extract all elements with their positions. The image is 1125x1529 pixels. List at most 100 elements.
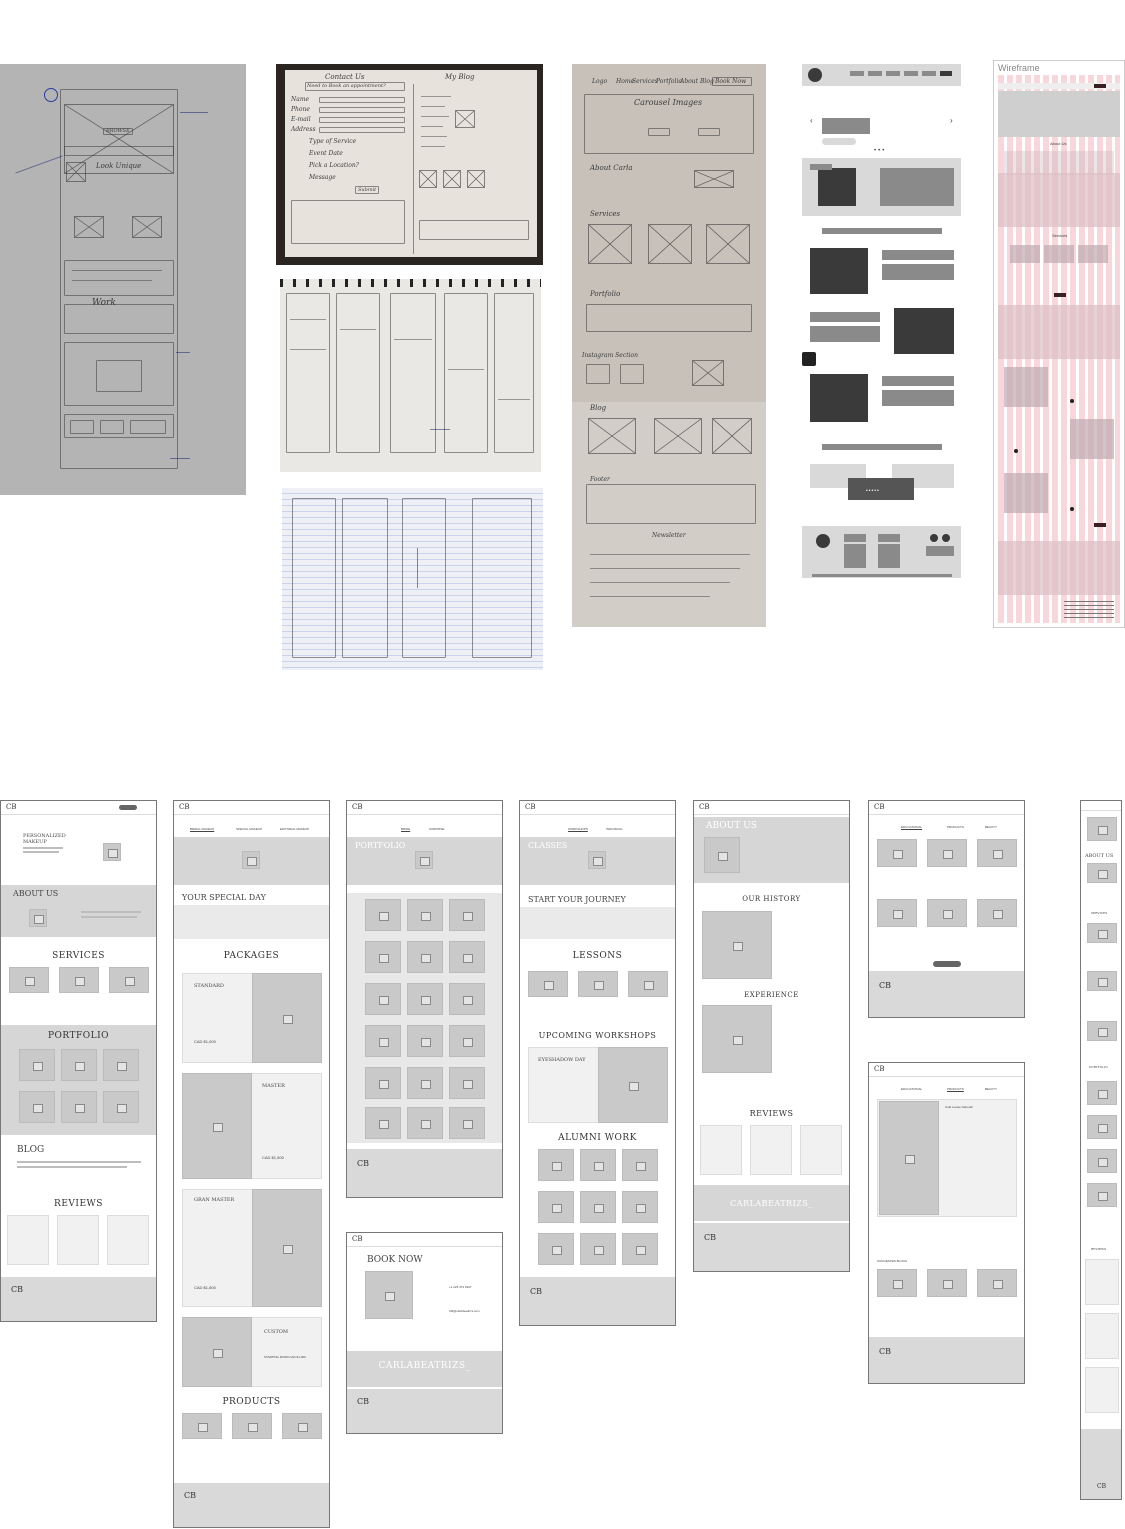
home-services-title: SERVICES <box>52 951 105 961</box>
home-about-title: ABOUT US <box>13 889 59 898</box>
sketch2-label-phone: Phone <box>291 106 310 113</box>
services-tab-special[interactable]: SPECIAL MAKEUP <box>236 827 262 831</box>
screen-blogpost: CB EDUCATIONAL PRODUCTS BEAUTY Cold Loui… <box>868 1062 1025 1384</box>
sketch2-label-submit: Submit <box>358 187 377 193</box>
grid-wireframe-about: About Us <box>1050 141 1067 146</box>
book-phone[interactable]: +1 226 473 3947 <box>449 1285 472 1289</box>
sketch2-label-contact: Contact Us <box>325 73 365 81</box>
home-footer-logo: CB <box>11 1285 23 1294</box>
portfolio-title: PORTFOLIO <box>355 841 406 850</box>
sketch5-label-aboutcarla: About Carla <box>590 164 633 172</box>
about-footer-logo: CB <box>704 1233 716 1242</box>
sketch5-label-insta: Instagram Section <box>582 352 639 359</box>
classes-footer-logo: CB <box>530 1287 542 1296</box>
sketch1-label-browse: BROWSE <box>106 128 130 134</box>
services-master-price: CAD $1,500 <box>262 1155 284 1160</box>
portfolio-tab-bride[interactable]: BRIDE <box>401 827 410 831</box>
blog-tab-products[interactable]: PRODUCTS <box>947 825 964 829</box>
book-insta[interactable]: CARLABEATRIZS_ <box>347 1361 502 1371</box>
sketch5-label-blog2: Blog <box>590 404 607 412</box>
services-tab-editorial[interactable]: EDITORIAL MAKEUP <box>280 827 309 831</box>
mobile-footer-logo: CB <box>1097 1483 1106 1490</box>
mobile-about: ABOUT US <box>1085 853 1114 859</box>
classes-logo[interactable]: CB <box>525 803 536 811</box>
home-hero-title: PERSONALIZED MAKEUP <box>23 833 66 845</box>
grid-wireframe: Wireframe About Us Services <box>993 60 1125 628</box>
classes-lessons: LESSONS <box>572 951 623 961</box>
book-logo[interactable]: CB <box>352 1235 363 1243</box>
mobile-services: SERVICES <box>1091 911 1108 915</box>
classes-tab-workshops[interactable]: WORKSHOPS <box>568 827 588 831</box>
classes-title: CLASSES <box>528 841 568 850</box>
about-history: OUR HISTORY <box>742 895 801 903</box>
sketch5-label-book: Book Now <box>715 78 747 85</box>
home-reviews-title: REVIEWS <box>54 1199 103 1209</box>
book-email[interactable]: CB@carlabeatrizs.com <box>449 1309 480 1313</box>
sketch5-label-carousel: Carousel Images <box>634 98 703 107</box>
sketch-contact-paper: Contact Us My Blog Need to Book an appoi… <box>276 64 543 265</box>
classes-workshops: UPCOMING WORKSHOPS <box>538 1031 657 1040</box>
portfolio-tab-surprise[interactable]: SURPRISE <box>429 827 444 831</box>
home-blog-title: BLOG <box>17 1145 45 1155</box>
sketch-lined-paper <box>282 488 543 670</box>
services-products: PRODUCTS <box>222 1397 281 1407</box>
services-standard-price: CAD $1,000 <box>194 1039 216 1044</box>
services-footer-logo: CB <box>184 1491 196 1500</box>
sketch1-label-work: Work <box>92 298 116 308</box>
portfolio-footer-logo: CB <box>357 1159 369 1168</box>
sketch2-label-need: Need to Book an appointment? <box>307 83 386 89</box>
about-logo[interactable]: CB <box>699 803 710 811</box>
classes-tab-individual[interactable]: INDIVIDUAL <box>606 827 623 831</box>
mobile-reviews: REVIEWS <box>1091 1247 1107 1251</box>
screen-mobile: ABOUT US SERVICES PORTFOLIO REVIEWS CB <box>1080 800 1122 1500</box>
grid-wireframe-label: Wireframe <box>998 63 1040 73</box>
sketch2-label-date: Event Date <box>309 150 343 157</box>
services-custom: CUSTOM <box>264 1329 289 1335</box>
classes-alumni: ALUMNI WORK <box>558 1133 637 1143</box>
blog-logo[interactable]: CB <box>874 803 885 811</box>
services-standard: STANDARD <box>194 983 224 989</box>
services-master: MASTER <box>262 1083 285 1089</box>
blog-tab-educational[interactable]: EDUCATIONAL <box>901 825 922 829</box>
blog-tab-beauty[interactable]: BEAUTY <box>985 825 997 829</box>
classes-journey: START YOUR JOURNEY <box>528 895 626 904</box>
sketch2-label-address: Address <box>291 126 316 133</box>
about-insta[interactable]: CARLABEATRIZS_ <box>694 1199 849 1208</box>
sketch5-label-services2: Services <box>590 210 621 218</box>
services-logo[interactable]: CB <box>179 803 190 811</box>
services-tab-bridal[interactable]: BRIDAL MAKEUP <box>190 827 214 831</box>
sketch5-label-portfolio2: Portfolio <box>590 290 621 298</box>
sketch2-label-message: Message <box>309 174 336 181</box>
services-packages: PACKAGES <box>223 951 280 961</box>
blog-footer-logo: CB <box>879 981 891 990</box>
blogpost-tab-products[interactable]: PRODUCTS <box>947 1087 964 1091</box>
sketch-mobile-screens-paper <box>280 279 541 472</box>
services-gran: GRAN MASTER <box>194 1197 235 1203</box>
home-portfolio-title: PORTFOLIO <box>47 1031 110 1041</box>
sketch2-label-blog: My Blog <box>445 73 475 81</box>
blogpost-tab-educational[interactable]: EDUCATIONAL <box>901 1087 922 1091</box>
about-title: ABOUT US <box>706 821 757 831</box>
sketch2-label-email: E-mail <box>291 116 311 123</box>
sketch5-label-portfolio: Portfolio <box>656 78 682 85</box>
screen-services: CB BRIDAL MAKEUP SPECIAL MAKEUP EDITORIA… <box>173 800 330 1528</box>
screen-home: CB PERSONALIZED MAKEUP ABOUT US SERVICES… <box>0 800 157 1322</box>
blogpost-title: Cold Louise Nebuuth <box>945 1105 974 1109</box>
book-footer-logo: CB <box>357 1397 369 1406</box>
sketch-homepage-paper: BROWSE Look Unique Work <box>0 64 246 495</box>
blogpost-logo[interactable]: CB <box>874 1065 885 1073</box>
classes-eyeshadow: EYESHADOW DAY <box>538 1057 586 1063</box>
portfolio-logo[interactable]: CB <box>352 803 363 811</box>
blogpost-tab-beauty[interactable]: BEAUTY <box>985 1087 997 1091</box>
home-logo[interactable]: CB <box>6 803 17 811</box>
screen-portfolio: CB BRIDE SURPRISE PORTFOLIO CB <box>346 800 503 1198</box>
blogpost-footer-logo: CB <box>879 1347 891 1356</box>
lowfi-wireframe: ‹ › ••• ••••• <box>802 64 961 582</box>
services-special-day: YOUR SPECIAL DAY <box>182 893 266 902</box>
sketch5-label-newsletter: Newsletter <box>652 532 686 539</box>
grid-wireframe-services: Services <box>1052 233 1068 238</box>
mobile-portfolio: PORTFOLIO <box>1089 1065 1108 1069</box>
sketch5-label-logo: Logo <box>592 78 608 85</box>
about-reviews: REVIEWS <box>749 1109 794 1118</box>
blogpost-suggested: SUGGESTED BLOGS <box>877 1259 908 1263</box>
